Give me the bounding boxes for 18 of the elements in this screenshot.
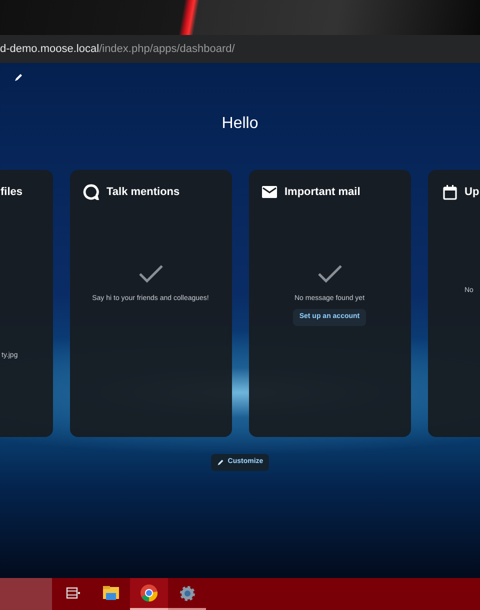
greeting-heading: Hello <box>222 114 258 134</box>
envelope-icon <box>262 186 276 198</box>
folder-icon[interactable] <box>103 586 119 600</box>
pencil-icon[interactable] <box>14 73 23 82</box>
widget-title: Up <box>464 185 480 200</box>
url-path: /index.php/apps/dashboard/ <box>99 42 235 57</box>
widget-title: Important mail <box>284 185 360 200</box>
taskbar-button[interactable] <box>130 578 168 610</box>
browser-logo-icon[interactable] <box>140 584 158 602</box>
speech-bubble-icon <box>82 184 98 200</box>
address-bar[interactable]: d-demo.moose.local/index.php/apps/dashboard/ <box>0 35 480 63</box>
calendar-icon <box>442 184 456 200</box>
pencil-icon <box>216 458 224 466</box>
widget-title: Talk mentions <box>106 185 180 200</box>
film-strip-icon[interactable] <box>66 587 80 599</box>
gear-icon[interactable] <box>178 584 196 602</box>
widget-title: files <box>0 185 23 200</box>
url-host: d-demo.moose.local <box>0 42 100 57</box>
